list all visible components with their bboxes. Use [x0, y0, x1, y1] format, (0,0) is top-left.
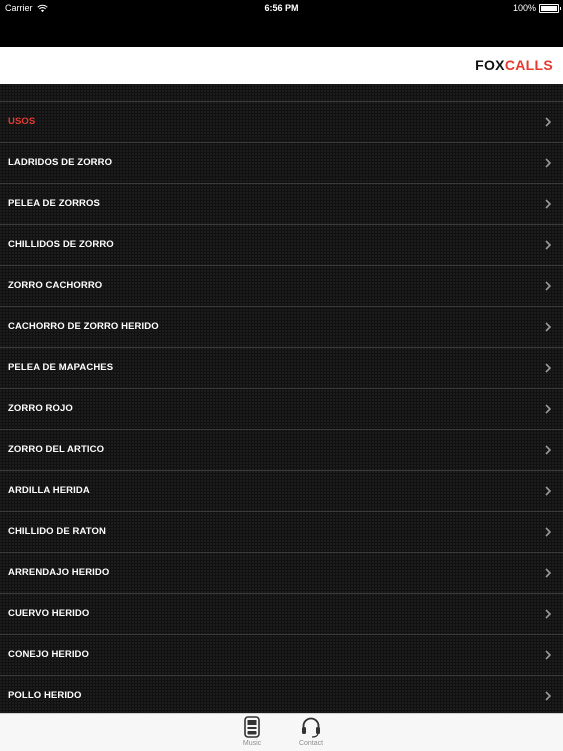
menu-row-label: CONEJO HERIDO: [8, 649, 90, 660]
chevron-right-icon: [545, 117, 551, 127]
menu-row[interactable]: CHILLIDOS DE ZORRO: [0, 225, 563, 266]
menu-row-label: ZORRO CACHORRO: [8, 280, 103, 291]
chevron-right-icon: [545, 199, 551, 209]
menu-row-label: CHILLIDOS DE ZORRO: [8, 239, 114, 250]
chevron-right-icon: [545, 158, 551, 168]
menu-row-label: ZORRO DEL ARTICO: [8, 444, 105, 455]
menu-row[interactable]: ARRENDAJO HERIDO: [0, 553, 563, 594]
tab-contact[interactable]: Contact: [286, 716, 336, 747]
chevron-right-icon: [545, 691, 551, 701]
battery-tip: [559, 6, 561, 10]
logo-part-fox: FOX: [475, 57, 505, 73]
navigation-band: [0, 16, 563, 47]
menu-row-label: ARRENDAJO HERIDO: [8, 567, 110, 578]
chevron-right-icon: [545, 609, 551, 619]
tab-music-label: Music: [242, 740, 262, 747]
chevron-right-icon: [545, 363, 551, 373]
menu-row-label: POLLO HERIDO: [8, 690, 82, 701]
status-right: 100%: [512, 0, 561, 16]
chevron-right-icon: [545, 404, 551, 414]
chevron-right-icon: [545, 322, 551, 332]
jukebox-icon: [244, 716, 260, 738]
menu-row[interactable]: POLLO HERIDO: [0, 676, 563, 713]
menu-row-label: CUERVO HERIDO: [8, 608, 90, 619]
sound-menu-list[interactable]: USOS LADRIDOS DE ZORRO PELEA DE ZORROS CHIL…: [0, 84, 563, 713]
menu-row[interactable]: ZORRO DEL ARTICO: [0, 430, 563, 471]
chevron-right-icon: [545, 568, 551, 578]
menu-row-label: LADRIDOS DE ZORRO: [8, 157, 113, 168]
menu-row-label: ZORRO ROJO: [8, 403, 73, 414]
menu-row[interactable]: CONEJO HERIDO: [0, 635, 563, 676]
chevron-right-icon: [545, 281, 551, 291]
tab-bar: Music Contact: [0, 713, 563, 751]
foxcalls-logo: FOXCALLS: [475, 47, 553, 84]
menu-row-label: ARDILLA HERIDA: [8, 485, 90, 496]
menu-row[interactable]: CHILLIDO DE RATON: [0, 512, 563, 553]
menu-row[interactable]: PELEA DE ZORROS: [0, 184, 563, 225]
battery-icon: [539, 3, 561, 13]
list-top-spacer: [0, 84, 563, 102]
menu-row-label: PELEA DE MAPACHES: [8, 362, 114, 373]
app-header: FOXCALLS: [0, 47, 563, 84]
status-time: 6:56 PM: [264, 3, 299, 13]
battery-percent: 100%: [512, 3, 536, 13]
menu-row-label: CHILLIDO DE RATON: [8, 526, 106, 537]
chevron-right-icon: [545, 650, 551, 660]
logo-part-calls: CALLS: [504, 57, 553, 73]
chevron-right-icon: [545, 240, 551, 250]
menu-row[interactable]: LADRIDOS DE ZORRO: [0, 143, 563, 184]
menu-row[interactable]: CACHORRO DE ZORRO HERIDO: [0, 307, 563, 348]
chevron-right-icon: [545, 486, 551, 496]
chevron-right-icon: [545, 527, 551, 537]
chevron-right-icon: [545, 445, 551, 455]
menu-row[interactable]: ARDILLA HERIDA: [0, 471, 563, 512]
menu-row-label: CACHORRO DE ZORRO HERIDO: [8, 321, 159, 332]
menu-row[interactable]: CUERVO HERIDO: [0, 594, 563, 635]
tab-contact-label: Contact: [298, 740, 324, 747]
battery-fill: [541, 5, 557, 11]
tab-music[interactable]: Music: [227, 716, 277, 747]
menu-row[interactable]: ZORRO ROJO: [0, 389, 563, 430]
menu-row[interactable]: ZORRO CACHORRO: [0, 266, 563, 307]
menu-row-label: PELEA DE ZORROS: [8, 198, 100, 209]
menu-row[interactable]: PELEA DE MAPACHES: [0, 348, 563, 389]
status-bar: Carrier 6:56 PM 100%: [0, 0, 563, 16]
menu-row[interactable]: USOS: [0, 102, 563, 143]
headset-icon: [302, 717, 320, 738]
menu-row-label: USOS: [8, 116, 36, 127]
